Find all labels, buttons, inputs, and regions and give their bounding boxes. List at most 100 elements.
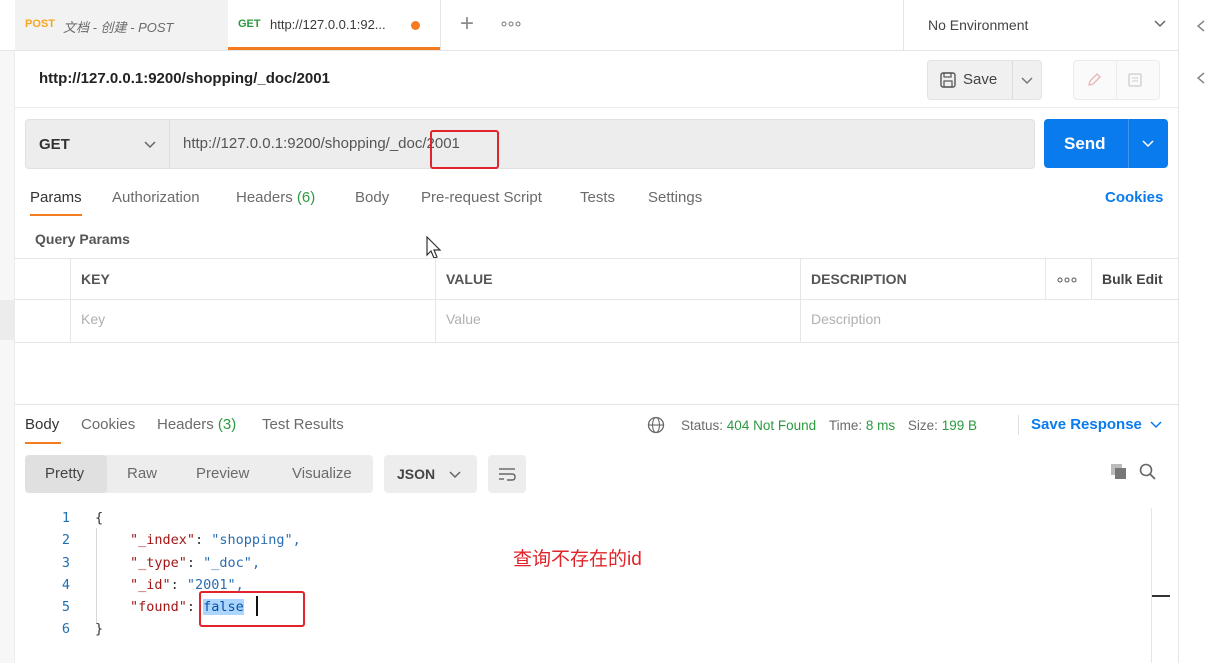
chevron-down-icon <box>1154 20 1166 28</box>
view-visualize[interactable]: Visualize <box>292 465 352 482</box>
copy-icon[interactable] <box>1110 463 1128 481</box>
divider <box>14 404 1178 405</box>
unsaved-dot-icon <box>411 21 420 30</box>
line-number: 2 <box>61 532 70 549</box>
more-tabs-icon[interactable] <box>501 17 521 34</box>
tab-title: 文档 - 创建 - POST <box>63 20 174 35</box>
view-pretty[interactable]: Pretty <box>45 465 84 482</box>
save-icon <box>940 72 956 88</box>
resp-tab-headers[interactable]: Headers (3) <box>157 416 236 433</box>
new-tab-plus-icon[interactable]: + <box>455 10 479 38</box>
tab-settings[interactable]: Settings <box>648 189 702 206</box>
headers-count: (3) <box>217 416 237 433</box>
column-header: KEY <box>81 271 110 287</box>
view-raw[interactable]: Raw <box>127 465 157 482</box>
collapse-left-icon[interactable] <box>1197 72 1205 84</box>
format-select[interactable]: JSON <box>384 455 477 493</box>
json-key: "_index" <box>130 532 196 549</box>
pencil-icon[interactable] <box>1086 72 1102 88</box>
response-body-code[interactable]: 1 { 2 "_index": "shopping", 3 "_type": "… <box>40 510 640 644</box>
description-input[interactable]: Description <box>811 311 881 327</box>
column-header: DESCRIPTION <box>811 271 907 287</box>
divider <box>1012 61 1013 99</box>
tab-method: GET <box>238 18 261 30</box>
divider <box>1018 415 1019 435</box>
tab-post-create[interactable]: POST 文档 - 创建 - POST <box>15 0 229 50</box>
save-response-label: Save Response <box>1031 416 1142 433</box>
view-mode-group: Pretty Raw Preview Visualize <box>25 455 373 493</box>
key-input[interactable]: Key <box>81 311 105 327</box>
value-input[interactable]: Value <box>446 311 481 327</box>
query-params-title: Query Params <box>35 231 130 247</box>
send-button[interactable]: Send <box>1064 134 1106 154</box>
annotation-box <box>199 591 305 627</box>
code-text: "_type": "_doc", <box>130 554 261 571</box>
tab-title: http://127.0.0.1:92... <box>270 17 386 32</box>
view-preview[interactable]: Preview <box>196 465 249 482</box>
document-icon[interactable] <box>1127 72 1143 88</box>
environment-label: No Environment <box>928 17 1029 33</box>
resp-tab-test-results[interactable]: Test Results <box>262 416 344 433</box>
divider <box>70 259 71 342</box>
divider <box>800 259 801 342</box>
line-number: 6 <box>61 621 70 638</box>
resp-tab-body[interactable]: Body <box>25 416 59 433</box>
code-line: 4 "_id": "2001", <box>40 577 640 599</box>
divider <box>1045 259 1046 300</box>
save-response-button[interactable]: Save Response <box>1031 416 1142 433</box>
edit-docs-group[interactable] <box>1073 60 1160 100</box>
sidebar-collapsed-item[interactable] <box>0 300 14 340</box>
size-value[interactable]: 199 B <box>942 418 977 433</box>
tab-body[interactable]: Body <box>355 189 389 206</box>
response-meta: Status: 404 Not Found Time: 8 ms Size: 1… <box>681 418 977 433</box>
method-select[interactable]: GET <box>26 120 170 168</box>
tab-get-request[interactable]: GET http://127.0.0.1:92... <box>228 0 441 50</box>
divider <box>1091 259 1092 300</box>
resp-tab-cookies[interactable]: Cookies <box>81 416 135 433</box>
status-label: Status: <box>681 418 724 433</box>
url-input[interactable]: http://127.0.0.1:9200/shopping/_doc/2001 <box>183 135 460 152</box>
method-label: GET <box>39 136 70 153</box>
code-line: 5 "found": false <box>40 599 640 621</box>
scrollbar-track[interactable] <box>1151 508 1152 663</box>
tab-tests[interactable]: Tests <box>580 189 615 206</box>
line-number: 1 <box>61 510 70 526</box>
tab-label: Headers <box>157 416 214 433</box>
column-header: VALUE <box>446 271 493 287</box>
request-title[interactable]: http://127.0.0.1:9200/shopping/_doc/2001 <box>39 70 330 87</box>
tab-headers[interactable]: Headers (6) <box>236 189 315 206</box>
time-label: Time: <box>828 418 863 433</box>
chevron-down-icon[interactable] <box>1021 77 1033 85</box>
chevron-down-icon[interactable] <box>1142 140 1154 148</box>
bulk-edit-button[interactable]: Bulk Edit <box>1102 271 1163 287</box>
chevron-down-icon[interactable] <box>1150 421 1162 429</box>
search-icon[interactable] <box>1139 463 1157 481</box>
right-panel-strip <box>1178 0 1205 663</box>
json-value: "shopping", <box>211 532 301 549</box>
chevron-down-icon <box>449 471 461 479</box>
divider <box>1128 119 1129 168</box>
annotation-text: 查询不存在的id <box>513 549 642 570</box>
active-tab-indicator <box>30 214 82 216</box>
tab-label: Headers <box>236 189 293 206</box>
environment-select[interactable]: No Environment <box>903 0 1179 50</box>
line-number: 5 <box>61 599 70 616</box>
save-button[interactable]: Save <box>963 71 997 88</box>
line-number: 3 <box>61 554 70 571</box>
wrap-lines-button[interactable] <box>488 455 526 493</box>
status-value[interactable]: 404 Not Found <box>727 418 816 433</box>
scrollbar-thumb[interactable] <box>1152 595 1170 597</box>
tab-authorization[interactable]: Authorization <box>112 189 200 206</box>
tab-params[interactable]: Params <box>30 189 82 206</box>
send-button-group[interactable]: Send <box>1044 119 1168 168</box>
globe-icon[interactable] <box>647 416 665 434</box>
save-button-group[interactable]: Save <box>927 60 1042 100</box>
time-value[interactable]: 8 ms <box>866 418 895 433</box>
size-label: Size: <box>907 418 938 433</box>
eye-icon[interactable] <box>1197 20 1205 32</box>
json-key: "_type" <box>130 554 187 571</box>
cookies-link[interactable]: Cookies <box>1105 189 1163 206</box>
code-line: 6 } <box>40 621 640 643</box>
tab-pre-request-script[interactable]: Pre-request Script <box>421 189 542 206</box>
more-options-icon[interactable] <box>1057 275 1077 285</box>
